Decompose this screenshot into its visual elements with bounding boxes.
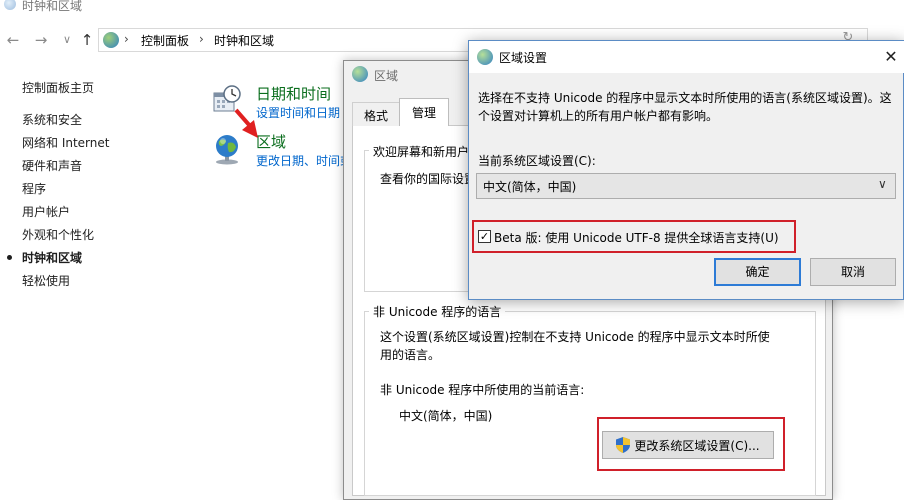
region-settings-title: 区域设置 <box>499 51 548 65</box>
close-icon[interactable]: ✕ <box>878 45 904 69</box>
sidebar-item-programs[interactable]: 程序 <box>22 180 46 197</box>
welcome-group-label: 欢迎屏幕和新用户 <box>369 143 474 160</box>
sidebar-item-network[interactable]: 网络和 Internet <box>22 134 109 151</box>
active-bullet-icon <box>7 255 12 260</box>
current-locale-label: 当前系统区域设置(C): <box>478 154 596 168</box>
breadcrumb-separator-icon: › <box>199 32 204 46</box>
sidebar-item-appearance[interactable]: 外观和个性化 <box>22 226 94 243</box>
region-settings-icon <box>477 49 493 65</box>
back-arrow-icon[interactable]: ← <box>4 31 22 49</box>
breadcrumb-item-control-panel[interactable]: 控制面板 <box>141 32 189 49</box>
chevron-down-icon[interactable]: ∨ <box>878 177 887 191</box>
recent-locations-chevron-icon[interactable]: ∨ <box>58 33 76 46</box>
region-dialog-icon <box>352 66 368 82</box>
region-dialog-title: 区域 <box>374 69 399 83</box>
sidebar-item-clock-region[interactable]: 时钟和区域 <box>22 249 82 266</box>
non-unicode-group-label: 非 Unicode 程序的语言 <box>369 303 506 320</box>
system-locale-select[interactable]: 中文(简体，中国) <box>476 173 896 199</box>
region-settings-description: 选择在不支持 Unicode 的程序中显示文本时所使用的语言(系统区域设置)。这… <box>478 91 892 123</box>
tab-format[interactable]: 格式 <box>352 102 400 126</box>
category-date-time-title[interactable]: 日期和时间 <box>256 83 331 104</box>
change-system-locale-button[interactable]: 更改系统区域设置(C)... <box>602 431 774 459</box>
uac-shield-icon <box>616 437 631 453</box>
tab-administrative[interactable]: 管理 <box>399 98 449 126</box>
sidebar-item-system-security[interactable]: 系统和安全 <box>22 111 82 128</box>
sidebar-item-home[interactable]: 控制面板主页 <box>22 79 94 96</box>
category-date-time-link[interactable]: 设置时间和日期 <box>256 104 340 121</box>
non-unicode-current-label: 非 Unicode 程序中所使用的当前语言: <box>380 383 585 397</box>
ok-button[interactable]: 确定 <box>714 258 801 286</box>
control-panel-titlebar <box>0 0 904 14</box>
window-title: 时钟和区域 <box>22 0 83 13</box>
breadcrumb-item-clock-region[interactable]: 时钟和区域 <box>214 32 274 49</box>
non-unicode-current-value: 中文(简体，中国) <box>399 409 493 423</box>
red-annotation-arrow-icon <box>234 108 258 138</box>
welcome-group-text: 查看你的国际设置 <box>380 172 477 186</box>
sidebar-item-hardware-sound[interactable]: 硬件和声音 <box>22 157 82 174</box>
change-system-locale-label: 更改系统区域设置(C)... <box>634 438 760 453</box>
beta-utf8-label[interactable]: Beta 版: 使用 Unicode UTF-8 提供全球语言支持(U) <box>494 229 779 246</box>
non-unicode-description: 这个设置(系统区域设置)控制在不支持 Unicode 的程序中显示文本时所使用的… <box>380 330 770 362</box>
up-arrow-icon[interactable]: ↑ <box>78 31 96 49</box>
cancel-button[interactable]: 取消 <box>810 258 896 286</box>
sidebar-item-user-accounts[interactable]: 用户帐户 <box>22 203 70 220</box>
control-panel-address-icon <box>103 32 119 48</box>
category-region-link[interactable]: 更改日期、时间或 <box>256 152 352 169</box>
forward-arrow-icon[interactable]: → <box>32 31 50 49</box>
beta-utf8-checkbox[interactable]: ✓ <box>478 230 491 243</box>
breadcrumb-separator-icon: › <box>124 32 129 46</box>
sidebar-item-ease-of-access[interactable]: 轻松使用 <box>22 272 70 289</box>
